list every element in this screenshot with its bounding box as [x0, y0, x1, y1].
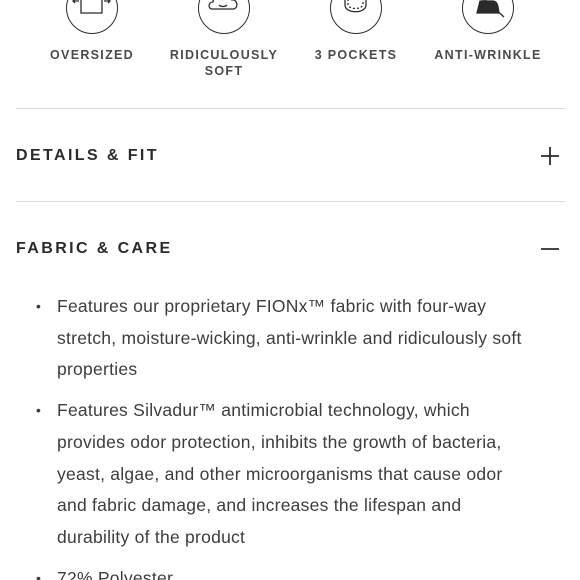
feature-label: OVERSIZED [50, 48, 134, 62]
list-item-text: Features Silvadur™ antimicrobial technol… [57, 400, 503, 547]
divider [16, 108, 566, 109]
list-item-text: 72% Polyester [57, 567, 174, 580]
iron-icon [462, 0, 514, 34]
feature-label: ANTI-WRINKLE [434, 48, 542, 62]
accordion-title: FABRIC & CARE [16, 240, 173, 257]
plus-icon[interactable] [540, 146, 560, 166]
fabric-care-list: • Features our proprietary FIONx™ fabric… [36, 291, 536, 580]
accordion-details-fit[interactable]: DETAILS & FIT [16, 144, 564, 168]
bullet-icon: • [36, 298, 42, 314]
divider [16, 201, 566, 202]
feature-label: RIDICULOUSLY SOFT [169, 48, 279, 78]
bullet-icon: • [36, 569, 42, 580]
product-details-panel: OVERSIZED RIDICULOUSLY SOFT 3 POCKETS AN… [0, 0, 580, 580]
accordion-title: DETAILS & FIT [16, 147, 159, 164]
list-item: • 72% Polyester [36, 563, 536, 580]
minus-icon[interactable] [540, 239, 560, 259]
list-item: • Features our proprietary FIONx™ fabric… [36, 291, 536, 386]
list-item: • Features Silvadur™ antimicrobial techn… [36, 395, 536, 554]
feature-icons-row: OVERSIZED RIDICULOUSLY SOFT 3 POCKETS AN… [0, 0, 580, 90]
accordion-fabric-care[interactable]: FABRIC & CARE [16, 237, 564, 261]
list-item-text: Features our proprietary FIONx™ fabric w… [57, 296, 522, 380]
pocket-icon [330, 0, 382, 34]
feature-label: 3 POCKETS [314, 48, 398, 62]
bullet-icon: • [36, 402, 42, 419]
shirt-icon [66, 0, 118, 34]
cloud-icon [198, 0, 250, 34]
